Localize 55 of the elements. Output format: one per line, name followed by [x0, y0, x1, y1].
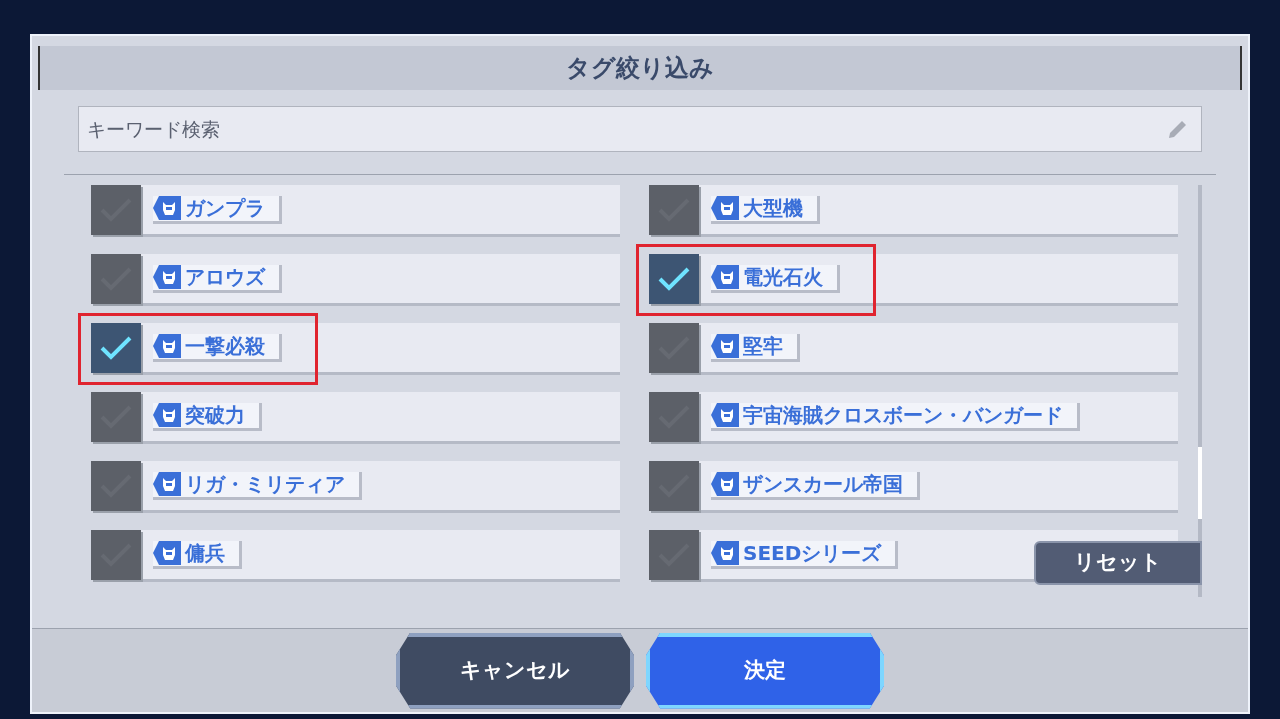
- checkbox[interactable]: [91, 184, 141, 235]
- tag-label: 宇宙海賊クロスボーン・バンガード: [743, 402, 1063, 429]
- check-icon: [99, 334, 133, 361]
- robot-tag-icon: [153, 472, 181, 496]
- tag-row[interactable]: 一撃必殺: [93, 323, 620, 375]
- tag-row[interactable]: 突破力: [93, 392, 620, 444]
- cancel-button[interactable]: キャンセル: [396, 632, 634, 709]
- checkbox[interactable]: [649, 253, 699, 304]
- tag-row[interactable]: 宇宙海賊クロスボーン・バンガード: [651, 392, 1178, 444]
- dialog-title: タグ絞り込み: [566, 53, 714, 84]
- checkbox[interactable]: [91, 253, 141, 304]
- tag-row[interactable]: ガンプラ: [93, 185, 620, 237]
- tag-row[interactable]: リガ・ミリティア: [93, 461, 620, 513]
- checkbox[interactable]: [91, 322, 141, 373]
- robot-tag-icon: [711, 541, 739, 565]
- tag-row[interactable]: アロウズ: [93, 254, 620, 306]
- tag-label: 傭兵: [185, 540, 225, 567]
- tag-row[interactable]: 電光石火: [651, 254, 1178, 306]
- checkbox[interactable]: [91, 391, 141, 442]
- checkbox[interactable]: [649, 391, 699, 442]
- robot-tag-icon: [711, 196, 739, 220]
- tag-label: ザンスカール帝国: [743, 471, 903, 498]
- tag-label: アロウズ: [185, 264, 265, 291]
- tag-label: 突破力: [185, 402, 245, 429]
- tag-label: 堅牢: [743, 333, 783, 360]
- checkbox[interactable]: [91, 529, 141, 580]
- confirm-button[interactable]: 決定: [646, 632, 884, 709]
- checkbox[interactable]: [649, 322, 699, 373]
- tag-row[interactable]: 堅牢: [651, 323, 1178, 375]
- tag-label: リガ・ミリティア: [185, 471, 345, 498]
- robot-tag-icon: [153, 403, 181, 427]
- robot-tag-icon: [153, 196, 181, 220]
- checkbox[interactable]: [649, 529, 699, 580]
- scrollbar-thumb[interactable]: [1198, 447, 1202, 519]
- tag-row[interactable]: 大型機: [651, 185, 1178, 237]
- robot-tag-icon: [711, 472, 739, 496]
- checkbox[interactable]: [649, 460, 699, 511]
- robot-tag-icon: [153, 541, 181, 565]
- tag-label: 大型機: [743, 195, 803, 222]
- tag-label: 電光石火: [743, 264, 823, 291]
- tag-row[interactable]: 傭兵: [93, 530, 620, 582]
- check-icon: [657, 265, 691, 292]
- checkbox[interactable]: [91, 460, 141, 511]
- tag-row[interactable]: ザンスカール帝国: [651, 461, 1178, 513]
- reset-overlay[interactable]: リセット: [1034, 541, 1202, 585]
- robot-tag-icon: [711, 265, 739, 289]
- robot-tag-icon: [711, 334, 739, 358]
- robot-tag-icon: [153, 334, 181, 358]
- robot-tag-icon: [153, 265, 181, 289]
- tag-label: 一撃必殺: [185, 333, 265, 360]
- robot-tag-icon: [711, 403, 739, 427]
- tag-label: ガンプラ: [185, 195, 265, 222]
- tag-label: SEEDシリーズ: [743, 540, 882, 567]
- search-field[interactable]: キーワード検索: [78, 106, 1202, 152]
- checkbox[interactable]: [649, 184, 699, 235]
